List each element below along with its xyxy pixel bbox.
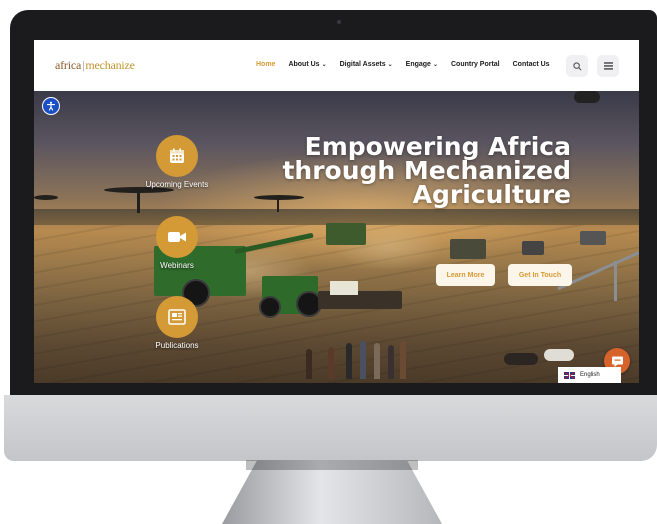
menu-label: About Us (288, 61, 320, 68)
menu-item-engage[interactable]: Engage ⌄ (406, 61, 438, 68)
logo-separator: | (82, 58, 85, 72)
menu-item-country-portal[interactable]: Country Portal (451, 61, 500, 68)
video-camera-icon (168, 232, 186, 242)
uk-flag-icon (564, 371, 575, 379)
menu-label: Engage (405, 61, 431, 68)
distant-harvester (450, 239, 486, 259)
logo-primary: africa (55, 58, 82, 72)
language-selector[interactable]: English (558, 367, 621, 383)
accessibility-button[interactable] (42, 97, 60, 115)
event-banner (330, 281, 358, 295)
cattle (574, 91, 600, 103)
webcam (337, 20, 341, 24)
language-label: English (580, 372, 600, 378)
accessibility-icon (46, 101, 56, 111)
chevron-down-icon: ⌄ (321, 62, 327, 68)
publications-circle (156, 296, 198, 338)
tree-trunk (137, 191, 140, 213)
chevron-down-icon: ⌄ (387, 62, 393, 68)
person (328, 347, 334, 379)
distant-tractor (580, 231, 606, 245)
menu-label: Home (256, 61, 276, 68)
top-navbar: africa|mechanize Home About Us ⌄ Digital … (34, 40, 639, 91)
publications-label: Publications (155, 341, 199, 350)
website-screen: africa|mechanize Home About Us ⌄ Digital … (34, 40, 639, 383)
hamburger-menu-button[interactable] (597, 55, 619, 77)
upcoming-events-link[interactable]: Upcoming Events (132, 135, 222, 189)
headline-line: Agriculture (412, 180, 571, 209)
menu-label: Country Portal (451, 61, 500, 68)
tractor-wheel (259, 296, 281, 318)
person (374, 343, 380, 379)
person (400, 341, 406, 379)
webinars-link[interactable]: Webinars (132, 216, 222, 270)
distant-tractor (522, 241, 544, 255)
person (346, 343, 352, 379)
pivot-support (614, 261, 617, 301)
menu-item-about-us[interactable]: About Us ⌄ (288, 61, 326, 68)
webinars-circle (156, 216, 198, 258)
newspaper-icon (168, 309, 186, 325)
search-button[interactable] (566, 55, 588, 77)
learn-more-button[interactable]: Learn More (436, 264, 495, 286)
menu-item-contact-us[interactable]: Contact Us (513, 61, 550, 68)
cattle (544, 349, 574, 361)
monitor-chin (4, 395, 657, 461)
person (360, 341, 366, 379)
main-menu: Home About Us ⌄ Digital Assets ⌄ Engage ⌄ C… (256, 61, 563, 68)
menu-label: Digital Assets (339, 61, 386, 68)
webinars-label: Webinars (160, 261, 194, 270)
search-icon (572, 61, 581, 70)
hamburger-icon (603, 62, 613, 70)
hero-headline: Empowering Africa through Mechanized Agr… (282, 134, 571, 209)
get-in-touch-button[interactable]: Get In Touch (508, 264, 572, 286)
upcoming-events-label: Upcoming Events (145, 180, 209, 189)
publications-link[interactable]: Publications (132, 296, 222, 350)
chat-icon (611, 356, 623, 367)
calendar-icon (170, 148, 184, 163)
upcoming-events-circle (156, 135, 198, 177)
menu-item-home[interactable]: Home (256, 61, 275, 68)
distant-harvester (326, 223, 366, 245)
menu-item-digital-assets[interactable]: Digital Assets ⌄ (340, 61, 393, 68)
logo-secondary: mechanize (85, 58, 135, 72)
site-logo[interactable]: africa|mechanize (55, 58, 135, 73)
person (306, 349, 312, 379)
hero-section: Upcoming Events Webinars Publications Em… (34, 91, 639, 383)
person (388, 345, 394, 379)
chevron-down-icon: ⌄ (432, 62, 438, 68)
acacia-tree (34, 195, 58, 200)
menu-label: Contact Us (512, 61, 550, 68)
tree-trunk (277, 198, 279, 212)
stand-shadow (246, 460, 418, 470)
cattle (504, 353, 538, 365)
